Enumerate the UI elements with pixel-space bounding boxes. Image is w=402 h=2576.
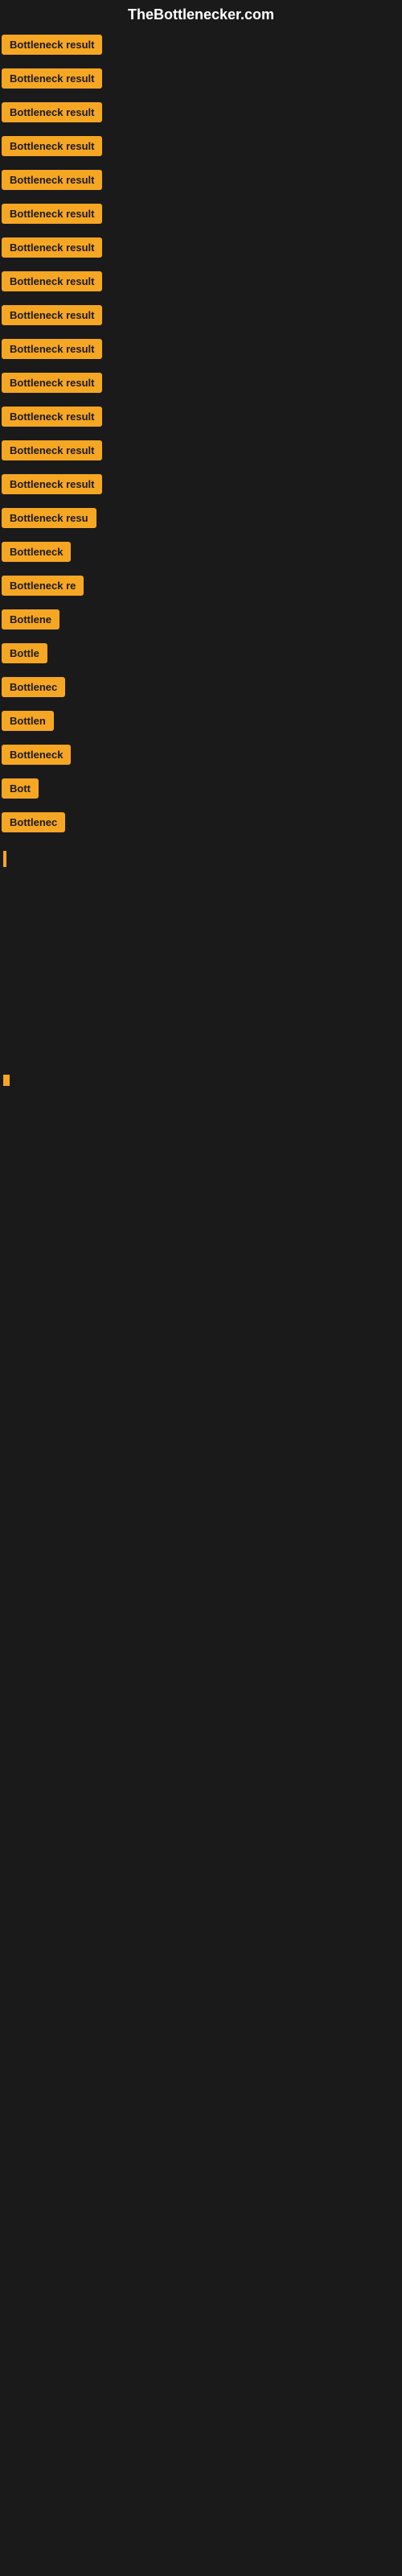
bottleneck-badge-8[interactable]: Bottleneck result xyxy=(2,271,102,291)
row-24: Bottlenec xyxy=(0,807,402,841)
row-14: Bottleneck result xyxy=(0,469,402,503)
badge-label-5: Bottleneck result xyxy=(10,174,94,186)
badge-label-22: Bottleneck xyxy=(10,749,63,761)
badge-label-21: Bottlen xyxy=(10,715,46,727)
row-indicator xyxy=(0,841,402,877)
bottleneck-badge-20[interactable]: Bottlenec xyxy=(2,677,65,697)
bottleneck-badge-17[interactable]: Bottleneck re xyxy=(2,576,84,596)
bottleneck-badge-16[interactable]: Bottleneck xyxy=(2,542,71,562)
badge-label-18: Bottlene xyxy=(10,613,51,625)
bottleneck-badge-18[interactable]: Bottlene xyxy=(2,609,59,630)
bottleneck-badge-24[interactable]: Bottlenec xyxy=(2,812,65,832)
bottleneck-badge-23[interactable]: Bott xyxy=(2,778,39,799)
badge-label-6: Bottleneck result xyxy=(10,208,94,220)
row-20: Bottlenec xyxy=(0,672,402,706)
badge-label-13: Bottleneck result xyxy=(10,444,94,456)
bottleneck-badge-9[interactable]: Bottleneck result xyxy=(2,305,102,325)
empty-section-4 xyxy=(0,1200,402,1297)
row-19: Bottle xyxy=(0,638,402,672)
badge-label-4: Bottleneck result xyxy=(10,140,94,152)
bottleneck-badge-1[interactable]: Bottleneck result xyxy=(2,35,102,55)
badge-label-2: Bottleneck result xyxy=(10,72,94,85)
badge-label-3: Bottleneck result xyxy=(10,106,94,118)
bottleneck-badge-19[interactable]: Bottle xyxy=(2,643,47,663)
row-9: Bottleneck result xyxy=(0,300,402,334)
row-13: Bottleneck result xyxy=(0,436,402,469)
row-2: Bottleneck result xyxy=(0,64,402,97)
bottleneck-badge-13[interactable]: Bottleneck result xyxy=(2,440,102,460)
badge-label-8: Bottleneck result xyxy=(10,275,94,287)
bottleneck-badge-5[interactable]: Bottleneck result xyxy=(2,170,102,190)
row-8: Bottleneck result xyxy=(0,266,402,300)
tiny-bar-indicator xyxy=(3,1075,10,1086)
row-5: Bottleneck result xyxy=(0,165,402,199)
site-title: TheBottlenecker.com xyxy=(0,0,402,30)
bottleneck-items-container: Bottleneck result Bottleneck result Bott… xyxy=(0,30,402,1410)
badge-label-16: Bottleneck xyxy=(10,546,63,558)
row-23: Bott xyxy=(0,774,402,807)
bottleneck-badge-10[interactable]: Bottleneck result xyxy=(2,339,102,359)
row-11: Bottleneck result xyxy=(0,368,402,402)
badge-label-12: Bottleneck result xyxy=(10,411,94,423)
bottleneck-badge-12[interactable]: Bottleneck result xyxy=(2,407,102,427)
small-bar-indicator xyxy=(3,851,6,867)
empty-section-2 xyxy=(0,973,402,1070)
bottleneck-badge-21[interactable]: Bottlen xyxy=(2,711,54,731)
badge-label-14: Bottleneck result xyxy=(10,478,94,490)
bottleneck-badge-11[interactable]: Bottleneck result xyxy=(2,373,102,393)
row-17: Bottleneck re xyxy=(0,571,402,605)
row-3: Bottleneck result xyxy=(0,97,402,131)
row-18: Bottlene xyxy=(0,605,402,638)
bottleneck-badge-4[interactable]: Bottleneck result xyxy=(2,136,102,156)
badge-label-15: Bottleneck resu xyxy=(10,512,88,524)
empty-section-1 xyxy=(0,877,402,973)
row-4: Bottleneck result xyxy=(0,131,402,165)
row-22: Bottleneck xyxy=(0,740,402,774)
badge-label-24: Bottlenec xyxy=(10,816,57,828)
row-10: Bottleneck result xyxy=(0,334,402,368)
row-15: Bottleneck resu xyxy=(0,503,402,537)
bottleneck-badge-14[interactable]: Bottleneck result xyxy=(2,474,102,494)
row-6: Bottleneck result xyxy=(0,199,402,233)
row-7: Bottleneck result xyxy=(0,233,402,266)
row-12: Bottleneck result xyxy=(0,402,402,436)
badge-label-11: Bottleneck result xyxy=(10,377,94,389)
badge-label-7: Bottleneck result xyxy=(10,242,94,254)
row-1: Bottleneck result xyxy=(0,30,402,64)
badge-label-23: Bott xyxy=(10,782,31,795)
row-tiny-indicator xyxy=(0,1070,402,1104)
badge-label-19: Bottle xyxy=(10,647,39,659)
bottleneck-badge-22[interactable]: Bottleneck xyxy=(2,745,71,765)
empty-section-5 xyxy=(0,1297,402,1393)
bottleneck-badge-7[interactable]: Bottleneck result xyxy=(2,237,102,258)
badge-label-20: Bottlenec xyxy=(10,681,57,693)
bottleneck-badge-6[interactable]: Bottleneck result xyxy=(2,204,102,224)
badge-label-9: Bottleneck result xyxy=(10,309,94,321)
badge-label-17: Bottleneck re xyxy=(10,580,76,592)
badge-label-1: Bottleneck result xyxy=(10,39,94,51)
row-16: Bottleneck xyxy=(0,537,402,571)
bottleneck-badge-3[interactable]: Bottleneck result xyxy=(2,102,102,122)
row-21: Bottlen xyxy=(0,706,402,740)
empty-section-3 xyxy=(0,1104,402,1200)
site-title-text: TheBottlenecker.com xyxy=(128,6,274,23)
badge-label-10: Bottleneck result xyxy=(10,343,94,355)
bottleneck-badge-15[interactable]: Bottleneck resu xyxy=(2,508,96,528)
bottleneck-badge-2[interactable]: Bottleneck result xyxy=(2,68,102,89)
